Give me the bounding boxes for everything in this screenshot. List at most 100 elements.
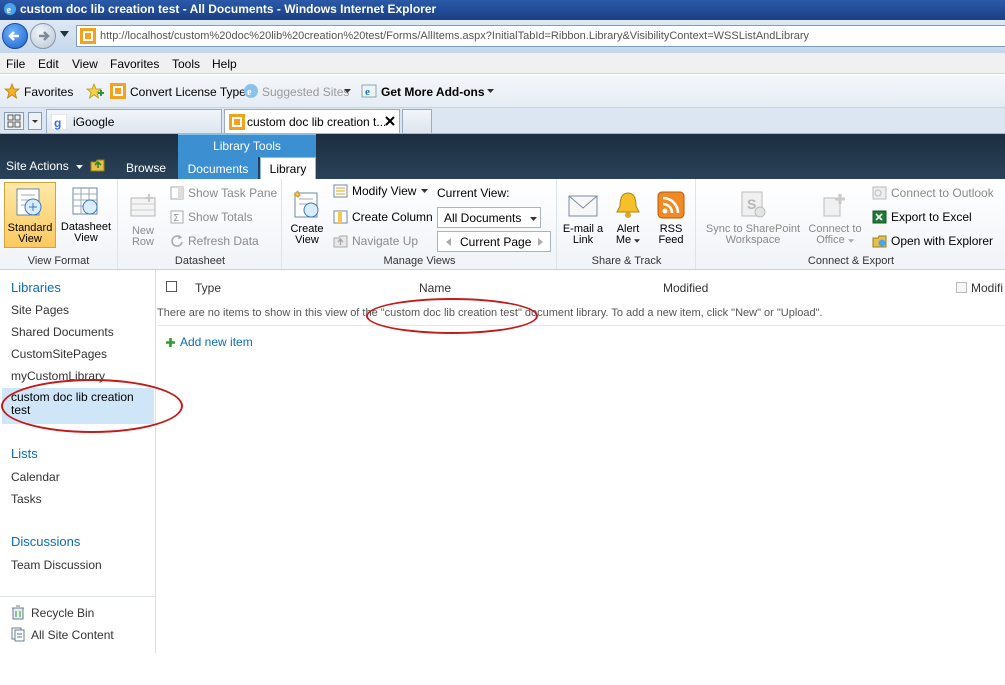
suggested-sites-icon: e — [243, 83, 259, 99]
svg-text:e: e — [247, 87, 252, 98]
modify-view-button[interactable]: Modify View — [333, 184, 429, 198]
create-column-icon — [333, 210, 348, 224]
nav-item-site-pages[interactable]: Site Pages — [11, 303, 69, 317]
ribbon: Standard View Datasheet View View Format… — [0, 179, 1005, 270]
ie-logo-icon: e — [3, 2, 17, 16]
recycle-bin-icon — [11, 605, 25, 620]
google-favicon-icon: g — [51, 114, 67, 130]
forward-button[interactable] — [30, 23, 56, 49]
modified-by-checkbox[interactable] — [956, 282, 967, 293]
create-column-button[interactable]: Create Column — [333, 210, 433, 224]
nav-heading-discussions[interactable]: Discussions — [11, 534, 80, 549]
sync-sharepoint-workspace-button[interactable]: S Sync to SharePoint Workspace — [701, 182, 805, 246]
add-new-item-link[interactable]: Add new item — [165, 335, 253, 349]
sharepoint-header: Site Actions Browse Library Tools Docume… — [0, 134, 1005, 179]
favorites-button[interactable]: Favorites — [24, 85, 73, 99]
favorites-bar: Favorites Convert License Type e Suggest… — [0, 75, 1005, 108]
column-header-type[interactable]: Type — [195, 281, 221, 295]
current-page-pager: Current Page — [437, 231, 551, 252]
tab-bar: g iGoogle custom doc lib creation t... — [0, 108, 1005, 134]
menu-tools[interactable]: Tools — [172, 57, 200, 71]
create-view-button[interactable]: Create View — [287, 182, 327, 246]
quick-launch-nav: Libraries Site Pages Shared Documents Cu… — [0, 270, 156, 653]
tab-list-button[interactable] — [28, 112, 42, 130]
menu-help[interactable]: Help — [212, 57, 237, 71]
tab-current[interactable]: custom doc lib creation t... — [224, 109, 400, 133]
tab-browse[interactable]: Browse — [126, 161, 166, 175]
current-view-select[interactable]: All Documents — [437, 207, 541, 228]
standard-view-button[interactable]: Standard View — [4, 182, 56, 248]
nav-item-customsitepages[interactable]: CustomSitePages — [11, 347, 107, 361]
nav-item-shared-documents[interactable]: Shared Documents — [11, 325, 114, 339]
current-view-label: Current View: — [437, 186, 510, 200]
export-to-excel-button[interactable]: Export to Excel — [872, 210, 972, 224]
suggested-sites-link[interactable]: Suggested Sites — [262, 85, 349, 99]
menu-file[interactable]: File — [6, 57, 25, 71]
datasheet-view-button[interactable]: Datasheet View — [58, 182, 114, 248]
group-connect-export: S Sync to SharePoint Workspace Connect t… — [697, 179, 1005, 269]
standard-view-icon — [16, 188, 42, 216]
create-column-label: Create Column — [352, 210, 433, 224]
column-header-name[interactable]: Name — [419, 281, 451, 295]
show-totals-button[interactable]: Σ Show Totals — [170, 210, 252, 224]
show-task-pane-button[interactable]: Show Task Pane — [170, 186, 277, 200]
explorer-folder-icon — [872, 235, 887, 248]
refresh-data-button[interactable]: Refresh Data — [170, 234, 259, 248]
navigate-up-folder-icon[interactable] — [90, 158, 106, 172]
datasheet-view-icon — [72, 187, 98, 215]
nav-heading-libraries[interactable]: Libraries — [11, 280, 61, 295]
create-view-label-2: View — [295, 234, 319, 246]
refresh-icon — [171, 235, 183, 247]
site-actions-menu[interactable]: Site Actions — [6, 159, 84, 173]
next-page-icon[interactable] — [538, 238, 543, 246]
site-actions-dropdown-icon — [76, 164, 84, 169]
nav-recycle-bin[interactable]: Recycle Bin — [31, 606, 94, 620]
get-addons-link[interactable]: Get More Add-ons — [381, 85, 485, 99]
alert-me-dropdown-icon — [634, 239, 641, 243]
menu-view[interactable]: View — [72, 57, 98, 71]
nav-item-calendar[interactable]: Calendar — [11, 470, 60, 484]
suggested-dropdown-icon[interactable] — [344, 89, 351, 93]
select-all-checkbox[interactable] — [166, 281, 177, 292]
nav-all-site-content[interactable]: All Site Content — [31, 628, 114, 642]
email-link-button[interactable]: E-mail a Link — [562, 182, 604, 246]
column-header-modified-by[interactable]: Modifi — [971, 281, 1005, 295]
rss-feed-button[interactable]: RSS Feed — [652, 182, 690, 246]
nav-heading-lists[interactable]: Lists — [11, 446, 38, 461]
prev-page-icon[interactable] — [446, 238, 451, 246]
export-excel-label: Export to Excel — [891, 210, 972, 224]
nav-item-tasks[interactable]: Tasks — [11, 492, 42, 506]
tab-library[interactable]: Library — [260, 157, 316, 179]
group-datasheet: New Row Show Task Pane Σ Show Totals Ref… — [119, 179, 282, 269]
back-arrow-icon — [8, 31, 19, 41]
close-tab-icon[interactable] — [385, 116, 395, 126]
window-title: custom doc lib creation test - All Docum… — [20, 2, 437, 16]
add-favorite-icon[interactable] — [86, 83, 104, 99]
highlight-ellipse-selected-library — [1, 379, 183, 433]
nav-item-team-discussion[interactable]: Team Discussion — [11, 558, 102, 572]
column-header-modified[interactable]: Modified — [663, 281, 708, 295]
connect-to-outlook-button[interactable]: Connect to Outlook — [872, 186, 994, 200]
connect-to-office-button[interactable]: Connect to Office — [805, 182, 865, 246]
convert-license-link[interactable]: Convert License Type — [130, 85, 246, 99]
alert-me-button[interactable]: Alert Me — [610, 182, 646, 246]
history-dropdown-icon[interactable] — [60, 31, 69, 37]
menu-favorites[interactable]: Favorites — [110, 57, 159, 71]
menu-edit[interactable]: Edit — [38, 57, 59, 71]
tab-igoogle[interactable]: g iGoogle — [46, 109, 222, 133]
refresh-data-label: Refresh Data — [188, 234, 259, 248]
new-row-button[interactable]: New Row — [125, 182, 161, 248]
tab-documents[interactable]: Documents — [178, 157, 258, 179]
navigate-up-button[interactable]: Navigate Up — [333, 234, 418, 248]
sharepoint-favicon-icon — [80, 28, 96, 44]
back-button[interactable] — [2, 23, 28, 49]
tab-library-label: Library — [269, 162, 307, 176]
new-tab-button[interactable] — [402, 109, 432, 133]
quick-tabs-button[interactable] — [4, 112, 24, 130]
all-site-content-icon — [11, 627, 25, 642]
address-bar[interactable]: http://localhost/custom%20doc%20lib%20cr… — [76, 25, 1005, 47]
current-page-label: Current Page — [460, 235, 532, 249]
open-with-explorer-button[interactable]: Open with Explorer — [872, 234, 993, 248]
addons-dropdown-icon[interactable] — [487, 89, 494, 93]
group-view-format-name: View Format — [27, 255, 90, 267]
